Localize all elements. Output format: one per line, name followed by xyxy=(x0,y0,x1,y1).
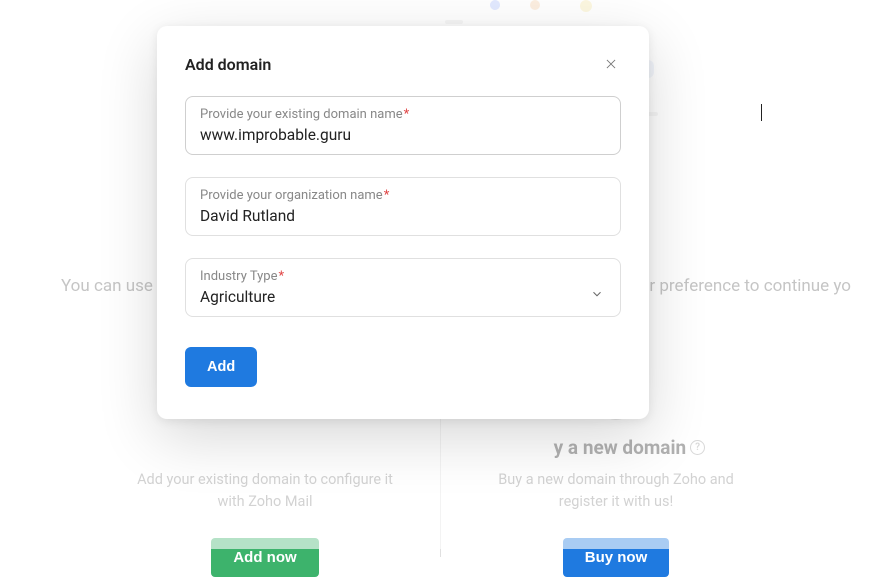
add-domain-modal: Add domain Provide your existing domain … xyxy=(157,26,649,419)
text-caret xyxy=(761,104,762,121)
add-button[interactable]: Add xyxy=(185,347,257,387)
domain-name-label: Provide your existing domain name* xyxy=(200,107,606,122)
industry-type-field[interactable]: Industry Type* Agriculture xyxy=(185,258,621,317)
domain-name-input[interactable] xyxy=(200,126,606,144)
organization-name-field[interactable]: Provide your organization name* xyxy=(185,177,621,236)
industry-type-label: Industry Type* xyxy=(200,269,606,284)
close-button[interactable] xyxy=(601,54,621,74)
organization-name-input[interactable] xyxy=(200,207,606,225)
domain-name-field[interactable]: Provide your existing domain name* xyxy=(185,96,621,155)
modal-title: Add domain xyxy=(185,55,271,74)
close-icon xyxy=(604,57,618,71)
industry-type-value: Agriculture xyxy=(200,288,606,306)
organization-name-label: Provide your organization name* xyxy=(200,188,606,203)
chevron-down-icon xyxy=(590,286,604,305)
